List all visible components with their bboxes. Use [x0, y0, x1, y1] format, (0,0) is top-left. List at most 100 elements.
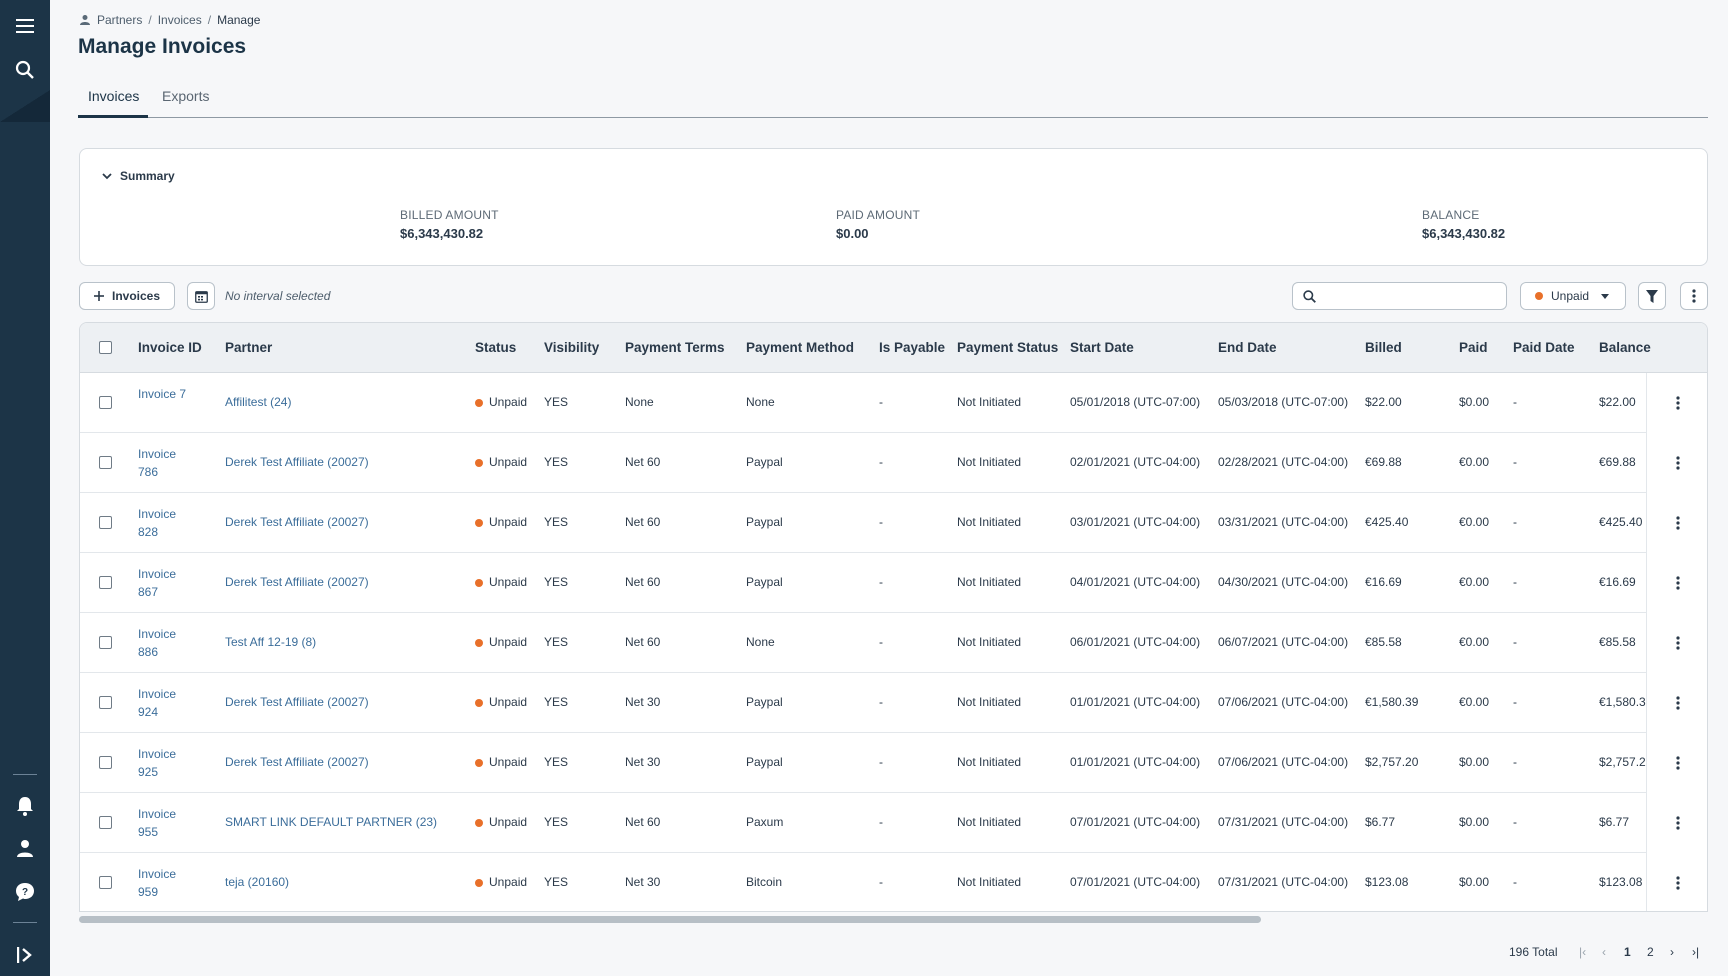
sidebar-search-button[interactable] — [0, 50, 50, 90]
col-paid[interactable]: Paid — [1459, 340, 1488, 355]
status-text: Unpaid — [489, 635, 528, 649]
first-page-button[interactable]: |‹ — [1579, 945, 1586, 959]
col-start-date[interactable]: Start Date — [1070, 340, 1134, 355]
partner-link[interactable]: Derek Test Affiliate (20027) — [225, 695, 369, 709]
col-balance[interactable]: Balance — [1599, 340, 1651, 355]
select-all-checkbox[interactable] — [99, 341, 112, 354]
prev-page-button[interactable]: ‹ — [1602, 945, 1606, 959]
invoice-id-link[interactable]: Invoice 959 — [138, 865, 188, 901]
status-filter-dropdown[interactable]: Unpaid — [1520, 282, 1626, 310]
invoice-id-link[interactable]: Invoice 7 — [138, 385, 188, 403]
payment-terms-text: None — [625, 395, 654, 409]
profile-button[interactable] — [0, 828, 50, 868]
tab-invoices[interactable]: Invoices — [78, 84, 148, 118]
paid-date-text: - — [1513, 815, 1517, 829]
col-paid-date[interactable]: Paid Date — [1513, 340, 1575, 355]
partner-link[interactable]: SMART LINK DEFAULT PARTNER (23) — [225, 815, 437, 829]
partner-link[interactable]: Test Aff 12-19 (8) — [225, 635, 316, 649]
row-checkbox[interactable] — [99, 396, 112, 409]
invoice-id-link[interactable]: Invoice 786 — [138, 445, 188, 481]
expand-sidebar-button[interactable] — [0, 935, 50, 975]
paid-date-text: - — [1513, 455, 1517, 469]
next-page-button[interactable]: › — [1670, 945, 1674, 959]
payment-method-text: Paypal — [746, 695, 783, 709]
row-actions-column — [1646, 373, 1707, 911]
row-actions-button[interactable] — [1668, 513, 1688, 533]
row-checkbox[interactable] — [99, 816, 112, 829]
more-options-button[interactable] — [1680, 282, 1708, 310]
row-actions-button[interactable] — [1668, 393, 1688, 413]
balance-text: $2,757.2 — [1599, 755, 1646, 769]
row-checkbox[interactable] — [99, 876, 112, 889]
col-partner[interactable]: Partner — [225, 340, 272, 355]
row-actions-button[interactable] — [1668, 873, 1688, 893]
page-1-button[interactable]: 1 — [1624, 945, 1631, 959]
billed-text: $123.08 — [1365, 875, 1409, 889]
col-end-date[interactable]: End Date — [1218, 340, 1277, 355]
help-icon: ? — [16, 883, 34, 901]
date-interval-button[interactable] — [187, 282, 215, 310]
visibility-text: YES — [544, 815, 569, 829]
col-billed[interactable]: Billed — [1365, 340, 1402, 355]
visibility-text: YES — [544, 575, 569, 589]
payment-status-text: Not Initiated — [957, 575, 1022, 589]
menu-button[interactable] — [0, 6, 50, 46]
invoice-id-link[interactable]: Invoice 924 — [138, 685, 188, 721]
invoice-id-link[interactable]: Invoice 886 — [138, 625, 188, 661]
payment-terms-text: Net 60 — [625, 575, 661, 589]
row-actions-button[interactable] — [1668, 813, 1688, 833]
breadcrumb: Partners / Invoices / Manage — [79, 13, 260, 27]
search-input[interactable] — [1324, 289, 1494, 303]
row-checkbox[interactable] — [99, 576, 112, 589]
breadcrumb-partners[interactable]: Partners — [97, 13, 142, 27]
col-payment-method[interactable]: Payment Method — [746, 340, 854, 355]
row-actions-button[interactable] — [1668, 633, 1688, 653]
invoice-id-link[interactable]: Invoice 867 — [138, 565, 188, 601]
partner-link[interactable]: teja (20160) — [225, 875, 289, 889]
filter-button[interactable] — [1638, 282, 1666, 310]
row-actions-button[interactable] — [1668, 753, 1688, 773]
col-invoice-id[interactable]: Invoice ID — [138, 340, 202, 355]
invoice-id-link[interactable]: Invoice 925 — [138, 745, 188, 781]
row-checkbox[interactable] — [99, 516, 112, 529]
row-checkbox[interactable] — [99, 696, 112, 709]
stat-paid: PAID AMOUNT $0.00 — [836, 208, 920, 241]
add-invoices-button[interactable]: Invoices — [79, 282, 175, 310]
summary-toggle[interactable]: Summary — [102, 169, 175, 183]
invoice-id-link[interactable]: Invoice 955 — [138, 805, 188, 841]
col-is-payable[interactable]: Is Payable — [879, 340, 945, 355]
row-actions-button[interactable] — [1668, 693, 1688, 713]
col-visibility[interactable]: Visibility — [544, 340, 599, 355]
horizontal-scrollbar[interactable] — [79, 916, 1261, 923]
notifications-button[interactable] — [0, 786, 50, 826]
partner-link[interactable]: Derek Test Affiliate (20027) — [225, 755, 369, 769]
status-dot — [475, 519, 483, 527]
status-dot — [475, 639, 483, 647]
col-status[interactable]: Status — [475, 340, 516, 355]
billed-text: €425.40 — [1365, 515, 1409, 529]
partner-link[interactable]: Derek Test Affiliate (20027) — [225, 575, 369, 589]
last-page-button[interactable]: ›| — [1692, 945, 1699, 959]
partner-link[interactable]: Affilitest (24) — [225, 395, 291, 409]
col-payment-status[interactable]: Payment Status — [957, 340, 1058, 355]
partner-link[interactable]: Derek Test Affiliate (20027) — [225, 515, 369, 529]
tab-exports[interactable]: Exports — [156, 84, 216, 118]
row-actions-button[interactable] — [1668, 453, 1688, 473]
stat-label: BALANCE — [1422, 208, 1480, 222]
stat-label: BILLED AMOUNT — [400, 208, 499, 222]
page-2-button[interactable]: 2 — [1647, 945, 1654, 959]
col-payment-terms[interactable]: Payment Terms — [625, 340, 725, 355]
add-invoices-label: Invoices — [111, 289, 161, 303]
row-checkbox[interactable] — [99, 636, 112, 649]
table-row: Invoice 786 Derek Test Affiliate (20027) U… — [80, 433, 1707, 493]
partner-link[interactable]: Derek Test Affiliate (20027) — [225, 455, 369, 469]
row-checkbox[interactable] — [99, 756, 112, 769]
payment-terms-text: Net 60 — [625, 635, 661, 649]
row-actions-button[interactable] — [1668, 573, 1688, 593]
breadcrumb-invoices[interactable]: Invoices — [158, 13, 202, 27]
help-button[interactable]: ? — [0, 872, 50, 912]
row-checkbox[interactable] — [99, 456, 112, 469]
summary-label: Summary — [120, 169, 175, 183]
search-field[interactable] — [1292, 282, 1507, 310]
invoice-id-link[interactable]: Invoice 828 — [138, 505, 188, 541]
